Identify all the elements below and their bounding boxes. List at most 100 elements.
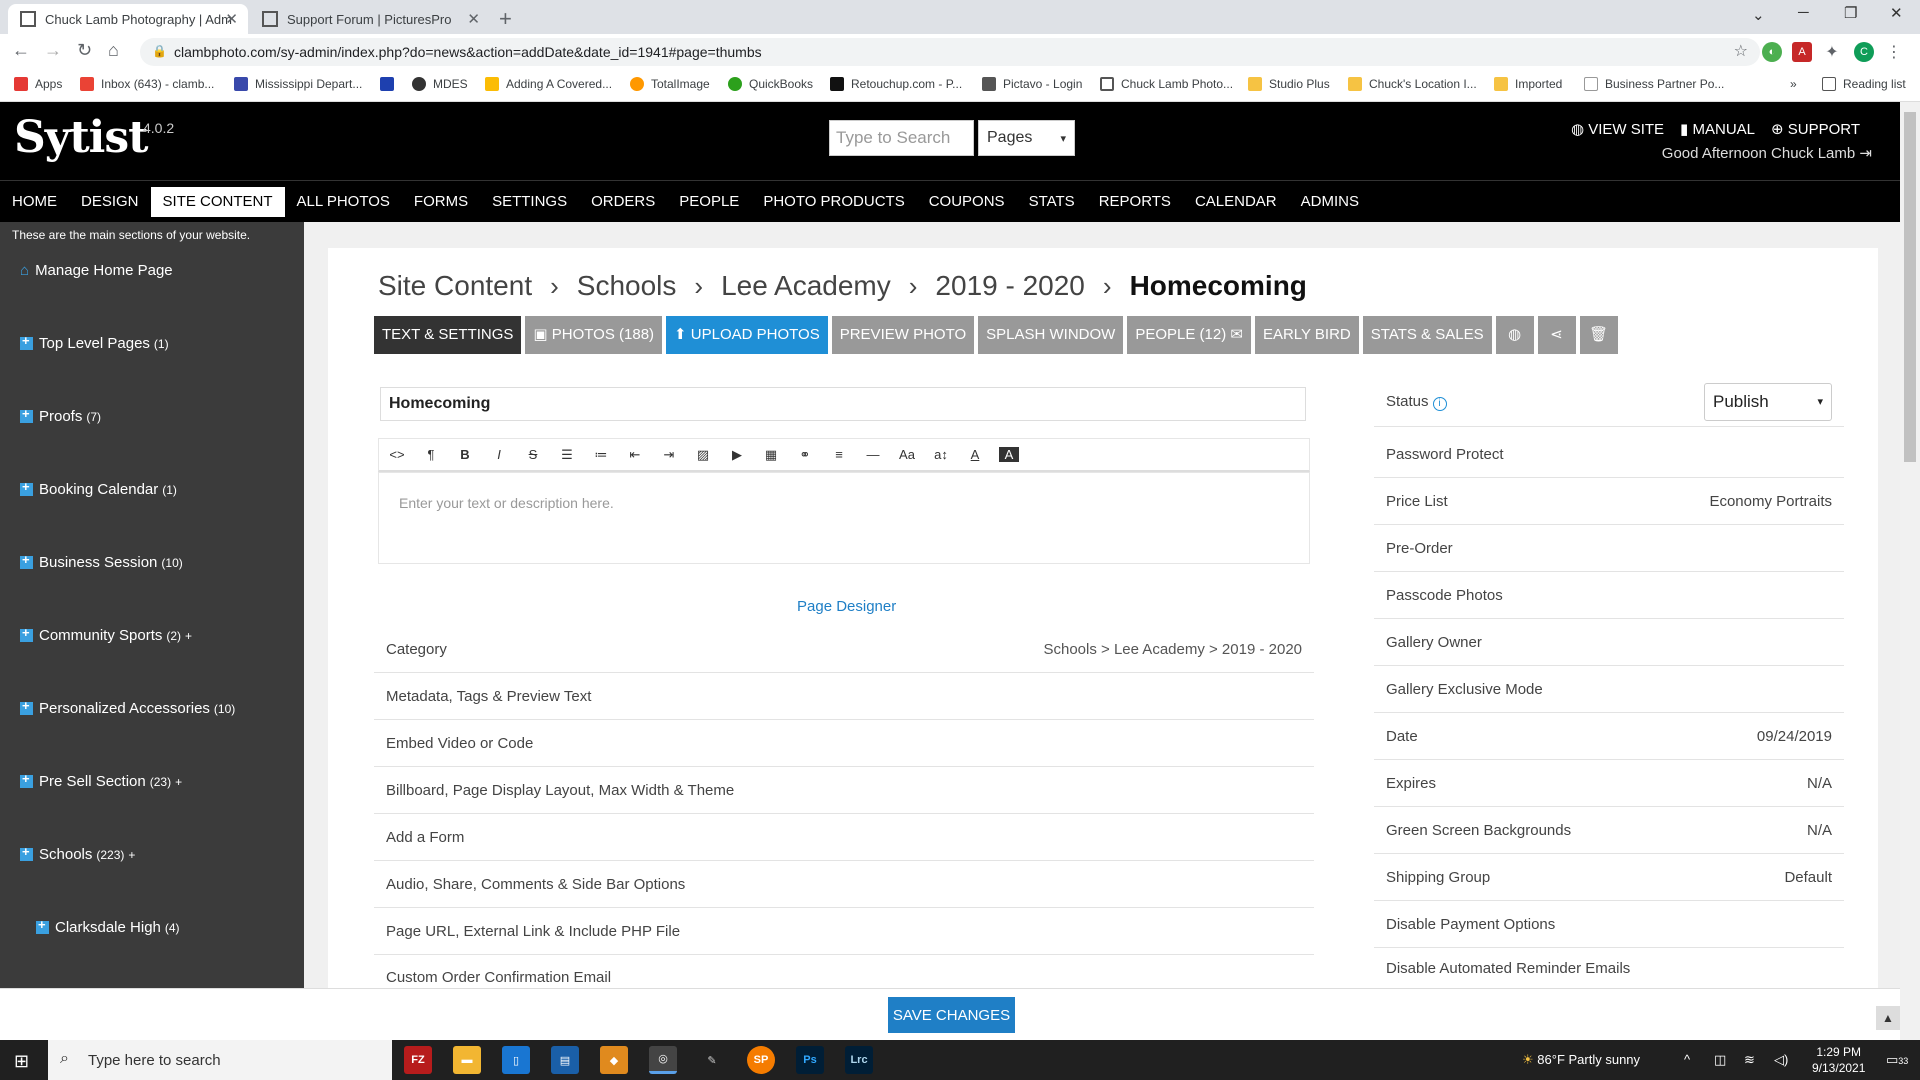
splash-window-button[interactable]: SPLASH WINDOW xyxy=(978,316,1124,354)
globe-icon[interactable]: ◍ xyxy=(1495,316,1534,354)
filezilla-icon[interactable]: FZ xyxy=(404,1046,432,1074)
info-icon[interactable]: i xyxy=(1432,396,1447,411)
sidebar-item-top-level-pages[interactable]: Top Level Pages(1) xyxy=(20,333,169,352)
option-row-audio-share[interactable]: Audio, Share, Comments & Side Bar Option… xyxy=(374,861,1314,908)
setting-row-password-protect[interactable]: Password Protect xyxy=(1374,431,1844,478)
image-icon[interactable]: ▨ xyxy=(693,447,713,463)
sidebar-item-schools[interactable]: Schools(223)+ xyxy=(20,844,135,863)
windows-start-icon[interactable]: ⊞ xyxy=(14,1051,29,1072)
code-view-icon[interactable]: <> xyxy=(387,447,407,462)
manual-link[interactable]: ▮ MANUAL xyxy=(1680,120,1755,138)
font-color-icon[interactable]: A xyxy=(965,447,985,462)
upload-photos-button[interactable]: ⬆ UPLOAD PHOTOS xyxy=(666,316,828,354)
app-logo[interactable]: Sytist xyxy=(14,112,148,163)
description-editor[interactable]: Enter your text or description here. xyxy=(378,472,1310,564)
tray-chevron-icon[interactable]: ^ xyxy=(1684,1052,1690,1067)
option-row-add-form[interactable]: Add a Form xyxy=(374,814,1314,861)
sidebar-item-manage-home-page[interactable]: ⌂ Manage Home Page xyxy=(20,262,173,279)
taskbar-clock[interactable]: 1:29 PM 9/13/2021 xyxy=(1812,1044,1865,1076)
setting-row-gallery-exclusive[interactable]: Gallery Exclusive Mode xyxy=(1374,666,1844,713)
scrollbar-thumb[interactable] xyxy=(1904,112,1916,462)
support-link[interactable]: ⊕ SUPPORT xyxy=(1771,120,1860,138)
bullet-list-icon[interactable]: ☰ xyxy=(557,447,577,463)
address-bar[interactable]: 🔒 clambphoto.com/sy-admin/index.php?do=n… xyxy=(140,38,1760,66)
reading-list[interactable]: Reading list xyxy=(1822,77,1906,91)
bookmark-item[interactable]: Chuck Lamb Photo... xyxy=(1100,77,1233,91)
bookmark-item[interactable]: MDES xyxy=(412,77,468,91)
app-icon[interactable]: ▤ xyxy=(551,1046,579,1074)
table-icon[interactable]: ▦ xyxy=(761,447,781,463)
indent-icon[interactable]: ⇥ xyxy=(659,447,679,463)
back-icon[interactable]: ← xyxy=(12,40,30,61)
browser-tab-admin[interactable]: Chuck Lamb Photography | Adm ✕ xyxy=(8,4,248,34)
photos-button[interactable]: ▣ PHOTOS (188) xyxy=(525,316,663,354)
bookmark-item[interactable]: Studio Plus xyxy=(1248,77,1330,91)
app-icon[interactable]: ✎ xyxy=(698,1046,726,1074)
save-changes-button[interactable]: SAVE CHANGES xyxy=(888,997,1015,1033)
tray-app-icon[interactable]: ◫ xyxy=(1714,1052,1726,1068)
background-color-icon[interactable]: A xyxy=(999,447,1019,462)
line-height-icon[interactable]: a↕ xyxy=(931,447,951,462)
bookmark-item[interactable]: Apps xyxy=(14,77,62,91)
bookmark-item[interactable]: Inbox (643) - clamb... xyxy=(80,77,214,91)
app-icon[interactable]: ▯ xyxy=(502,1046,530,1074)
user-greeting[interactable]: Good Afternoon Chuck Lamb ⇥ xyxy=(1662,144,1872,162)
nav-forms[interactable]: FORMS xyxy=(402,181,480,223)
sidebar-item-pre-sell-section[interactable]: Pre Sell Section(23)+ xyxy=(20,771,182,790)
minimize-icon[interactable]: ─ xyxy=(1798,4,1809,21)
nav-design[interactable]: DESIGN xyxy=(69,181,151,223)
sidebar-item-booking-calendar[interactable]: Booking Calendar(1) xyxy=(20,479,177,498)
breadcrumb-site-content[interactable]: Site Content xyxy=(378,270,532,302)
strikethrough-icon[interactable]: S xyxy=(523,447,543,462)
font-size-icon[interactable]: Aa xyxy=(897,447,917,462)
nav-photo-products[interactable]: PHOTO PRODUCTS xyxy=(751,181,916,223)
setting-row-date[interactable]: Date 09/24/2019 xyxy=(1374,713,1844,760)
breadcrumb-lee-academy[interactable]: Lee Academy xyxy=(721,270,891,302)
sidebar-item-clarksdale-high[interactable]: Clarksdale High(4) xyxy=(36,917,180,936)
nav-all-photos[interactable]: ALL PHOTOS xyxy=(285,181,402,223)
option-row-page-url[interactable]: Page URL, External Link & Include PHP Fi… xyxy=(374,908,1314,955)
sidebar-item-proofs[interactable]: Proofs(7) xyxy=(20,406,101,425)
option-row-category[interactable]: Category Schools > Lee Academy > 2019 - 2… xyxy=(374,626,1314,673)
align-icon[interactable]: ≡ xyxy=(829,447,849,462)
bookmark-item[interactable]: Imported xyxy=(1494,77,1562,91)
horizontal-rule-icon[interactable]: — xyxy=(863,447,883,462)
page-title-input[interactable]: Homecoming xyxy=(380,387,1306,421)
setting-row-expires[interactable]: Expires N/A xyxy=(1374,760,1844,807)
close-icon[interactable]: ✕ xyxy=(467,10,480,28)
app-icon[interactable]: SP xyxy=(747,1046,775,1074)
photoshop-icon[interactable]: Ps xyxy=(796,1046,824,1074)
bold-icon[interactable]: B xyxy=(455,447,475,462)
bookmark-item[interactable]: QuickBooks xyxy=(728,77,813,91)
setting-row-disable-reminders[interactable]: Disable Automated Reminder Emails xyxy=(1374,948,1844,988)
setting-row-shipping-group[interactable]: Shipping Group Default xyxy=(1374,854,1844,901)
nav-calendar[interactable]: CALENDAR xyxy=(1183,181,1289,223)
app-icon[interactable]: ◆ xyxy=(600,1046,628,1074)
wifi-icon[interactable]: ≋ xyxy=(1744,1052,1755,1068)
stats-sales-button[interactable]: STATS & SALES xyxy=(1362,316,1492,354)
bookmark-item[interactable]: TotalImage xyxy=(630,77,710,91)
italic-icon[interactable]: I xyxy=(489,447,509,462)
option-row-order-email[interactable]: Custom Order Confirmation Email xyxy=(374,955,1314,988)
breadcrumb-year[interactable]: 2019 - 2020 xyxy=(935,270,1084,302)
maximize-icon[interactable]: ❐ xyxy=(1844,4,1857,22)
new-tab-icon[interactable]: + xyxy=(499,6,512,32)
breadcrumb-schools[interactable]: Schools xyxy=(577,270,677,302)
share-icon[interactable]: ⋖ xyxy=(1537,316,1576,354)
setting-row-gallery-owner[interactable]: Gallery Owner xyxy=(1374,619,1844,666)
bookmark-item[interactable]: Business Partner Po... xyxy=(1584,77,1724,91)
people-button[interactable]: PEOPLE (12) ✉ xyxy=(1127,316,1251,354)
chrome-icon[interactable]: ◎ xyxy=(649,1046,677,1074)
forward-icon[interactable]: → xyxy=(44,40,62,61)
nav-site-content[interactable]: SITE CONTENT xyxy=(150,187,285,217)
setting-row-green-screen[interactable]: Green Screen Backgrounds N/A xyxy=(1374,807,1844,854)
lightroom-icon[interactable]: Lrc xyxy=(845,1046,873,1074)
bookmark-item[interactable]: Retouchup.com - P... xyxy=(830,77,962,91)
page-scrollbar[interactable] xyxy=(1900,102,1920,1040)
setting-row-disable-payment[interactable]: Disable Payment Options xyxy=(1374,901,1844,948)
sidebar-item-personalized-accessories[interactable]: Personalized Accessories(10) xyxy=(20,698,235,717)
early-bird-button[interactable]: EARLY BIRD xyxy=(1254,316,1359,354)
nav-settings[interactable]: SETTINGS xyxy=(480,181,579,223)
status-select[interactable]: Publish ▾ xyxy=(1704,382,1832,421)
view-site-link[interactable]: ◍ VIEW SITE xyxy=(1571,120,1664,138)
